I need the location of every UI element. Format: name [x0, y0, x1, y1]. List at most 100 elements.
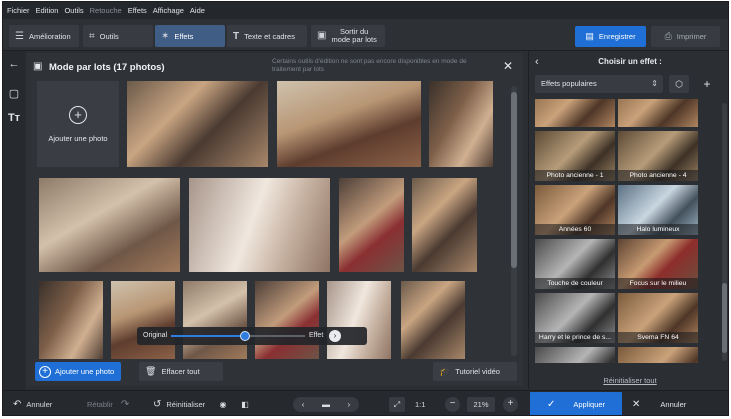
photo-thumbnail[interactable] — [255, 281, 319, 359]
redo-button[interactable]: Rétablir ↷ — [87, 391, 134, 415]
photo-thumbnail[interactable] — [127, 81, 268, 167]
exit-batch-button[interactable]: ▣ Sortir du mode par lots — [311, 25, 385, 47]
effects-category-select[interactable]: Effets populaires ⇕ — [535, 75, 663, 93]
tab-texte-cadres[interactable]: T Texte et cadres — [227, 25, 307, 47]
photo-grid: + Ajouter une photo — [37, 81, 507, 359]
effect-thumbnail[interactable]: Photo ancienne - 1 — [535, 131, 615, 181]
add-effect-plus-icon[interactable]: + — [697, 75, 717, 93]
effect-thumbnail[interactable]: Photo ancienne - 4 — [618, 131, 698, 181]
photo-thumbnail[interactable] — [39, 178, 180, 272]
chevron-right-icon[interactable]: › — [329, 330, 341, 342]
effect-thumbnail[interactable] — [535, 99, 615, 127]
effects-panel-title: Choisir un effet : — [598, 57, 662, 66]
photo-thumbnail[interactable] — [111, 281, 175, 359]
trash-icon: 🗑 — [145, 366, 157, 376]
photo-thumbnail[interactable] — [401, 281, 465, 359]
effect-thumbnail[interactable]: Focus sur le milieu — [618, 239, 698, 289]
folder-icon[interactable]: ▬ — [322, 400, 330, 409]
effect-label: Svema FN 64 — [618, 332, 698, 343]
tab-label: Effets — [174, 31, 194, 41]
effects-category-value: Effets populaires — [541, 79, 597, 88]
add-photo-button[interactable]: + Ajouter une photo — [35, 362, 121, 381]
effect-thumbnail[interactable] — [618, 99, 698, 127]
menu-retouche[interactable]: Retouche — [90, 6, 122, 15]
photo-thumbnail[interactable] — [277, 81, 421, 167]
video-tutorial-label: Tutoriel vidéo — [455, 367, 500, 376]
eye-icon[interactable]: ◉ — [215, 397, 231, 412]
save-label: Enregistrer — [598, 32, 636, 41]
apply-button[interactable]: ✓ Appliquer — [530, 392, 622, 415]
effect-thumbnail[interactable]: Années 60 — [535, 185, 615, 235]
effect-thumbnail[interactable]: Harry et le prince de s... — [535, 293, 615, 343]
effects-grid: Photo ancienne - 1 Photo ancienne - 4 Anné… — [535, 99, 720, 363]
batch-note: Certains outils d'édition ne sont pas en… — [272, 58, 467, 73]
undo-button[interactable]: ↶ Annuler — [13, 391, 52, 415]
effect-thumbnail[interactable]: Halo lumineux — [618, 185, 698, 235]
clear-all-button[interactable]: 🗑 Effacer tout — [139, 362, 223, 381]
effect-label: Années 60 — [535, 224, 615, 235]
frame-icon[interactable]: ▢ — [7, 87, 21, 101]
effect-preview-image — [618, 347, 698, 363]
slider-track[interactable] — [171, 331, 305, 341]
effects-scrollbar-thumb[interactable] — [722, 283, 727, 353]
tab-label: Outils — [99, 31, 119, 41]
grid-scrollbar-thumb[interactable] — [511, 92, 517, 268]
grid-scrollbar[interactable] — [511, 86, 517, 356]
cancel-label: Annuler — [660, 399, 687, 409]
next-icon[interactable]: › — [348, 400, 351, 409]
video-tutorial-button[interactable]: 🎓 Tutoriel vidéo — [433, 362, 517, 381]
left-tool-strip: ← ▢ Tт — [3, 51, 25, 391]
effect-thumbnail[interactable]: Svema FN 64 — [618, 293, 698, 343]
sliders-icon: ☰ — [15, 30, 24, 42]
reset-all-link[interactable]: Réinitialiser tout — [529, 376, 728, 385]
compare-icon[interactable]: ◧ — [237, 397, 253, 412]
photo-thumbnail[interactable] — [327, 281, 391, 359]
tab-label: Texte et cadres — [244, 31, 295, 41]
menu-edition[interactable]: Edition — [36, 6, 59, 15]
text-tool-icon[interactable]: Tт — [7, 111, 21, 125]
close-icon[interactable]: ✕ — [503, 59, 513, 73]
effect-thumbnail[interactable]: Touche de couleur — [535, 239, 615, 289]
add-photo-tile[interactable]: + Ajouter une photo — [37, 81, 119, 167]
menu-bar: Fichier Edition Outils Retouche Effets A… — [3, 2, 728, 19]
prev-icon[interactable]: ‹ — [302, 400, 305, 409]
batch-header: ▣ Mode par lots (17 photos) Certains out… — [27, 53, 523, 81]
tab-effets[interactable]: ✶ Effets — [155, 25, 225, 47]
plus-circle-icon: + — [39, 365, 51, 378]
tab-outils[interactable]: ⌗ Outils — [83, 25, 153, 47]
zoom-in-icon[interactable]: + — [503, 397, 518, 412]
effect-thumbnail[interactable] — [535, 347, 615, 363]
close-x-icon: ✕ — [632, 398, 641, 410]
save-icon: ▤ — [585, 31, 594, 41]
photo-thumbnail[interactable] — [183, 281, 247, 359]
save-button[interactable]: ▤ Enregistrer — [575, 26, 646, 47]
effect-thumbnail[interactable] — [618, 347, 698, 363]
zoom-out-icon[interactable]: − — [445, 397, 460, 412]
graduation-cap-icon: 🎓 — [439, 366, 451, 376]
zoom-level[interactable]: 21% — [467, 397, 495, 412]
exit-batch-line2: mode par lots — [331, 35, 377, 44]
effects-scrollbar[interactable] — [722, 103, 727, 361]
slider-handle[interactable] — [239, 331, 250, 341]
photo-thumbnail[interactable] — [189, 178, 330, 272]
effect-preview-image — [535, 347, 615, 363]
photo-thumbnail[interactable] — [339, 178, 404, 272]
reset-button[interactable]: ↺ Réinitialiser — [153, 391, 205, 415]
tab-amelioration[interactable]: ☰ Amélioration — [9, 25, 79, 47]
photo-thumbnail[interactable] — [429, 81, 493, 167]
back-arrow-icon[interactable]: ← — [7, 57, 21, 71]
cube-icon[interactable]: ⬡ — [669, 75, 689, 93]
plus-icon: + — [69, 105, 87, 124]
print-button[interactable]: ⎙ Imprimer — [651, 26, 720, 47]
menu-effets[interactable]: Effets — [128, 6, 147, 15]
photo-thumbnail[interactable] — [412, 178, 477, 272]
menu-fichier[interactable]: Fichier — [7, 6, 30, 15]
ratio-button[interactable]: 1:1 — [415, 391, 425, 415]
cancel-button[interactable]: ✕ Annuler — [624, 392, 728, 415]
photo-thumbnail[interactable] — [39, 281, 103, 359]
menu-outils[interactable]: Outils — [64, 6, 83, 15]
fit-screen-icon[interactable]: ⤢ — [389, 397, 405, 412]
menu-affichage[interactable]: Affichage — [153, 6, 184, 15]
app-window: Fichier Edition Outils Retouche Effets A… — [2, 1, 729, 416]
menu-aide[interactable]: Aide — [190, 6, 205, 15]
